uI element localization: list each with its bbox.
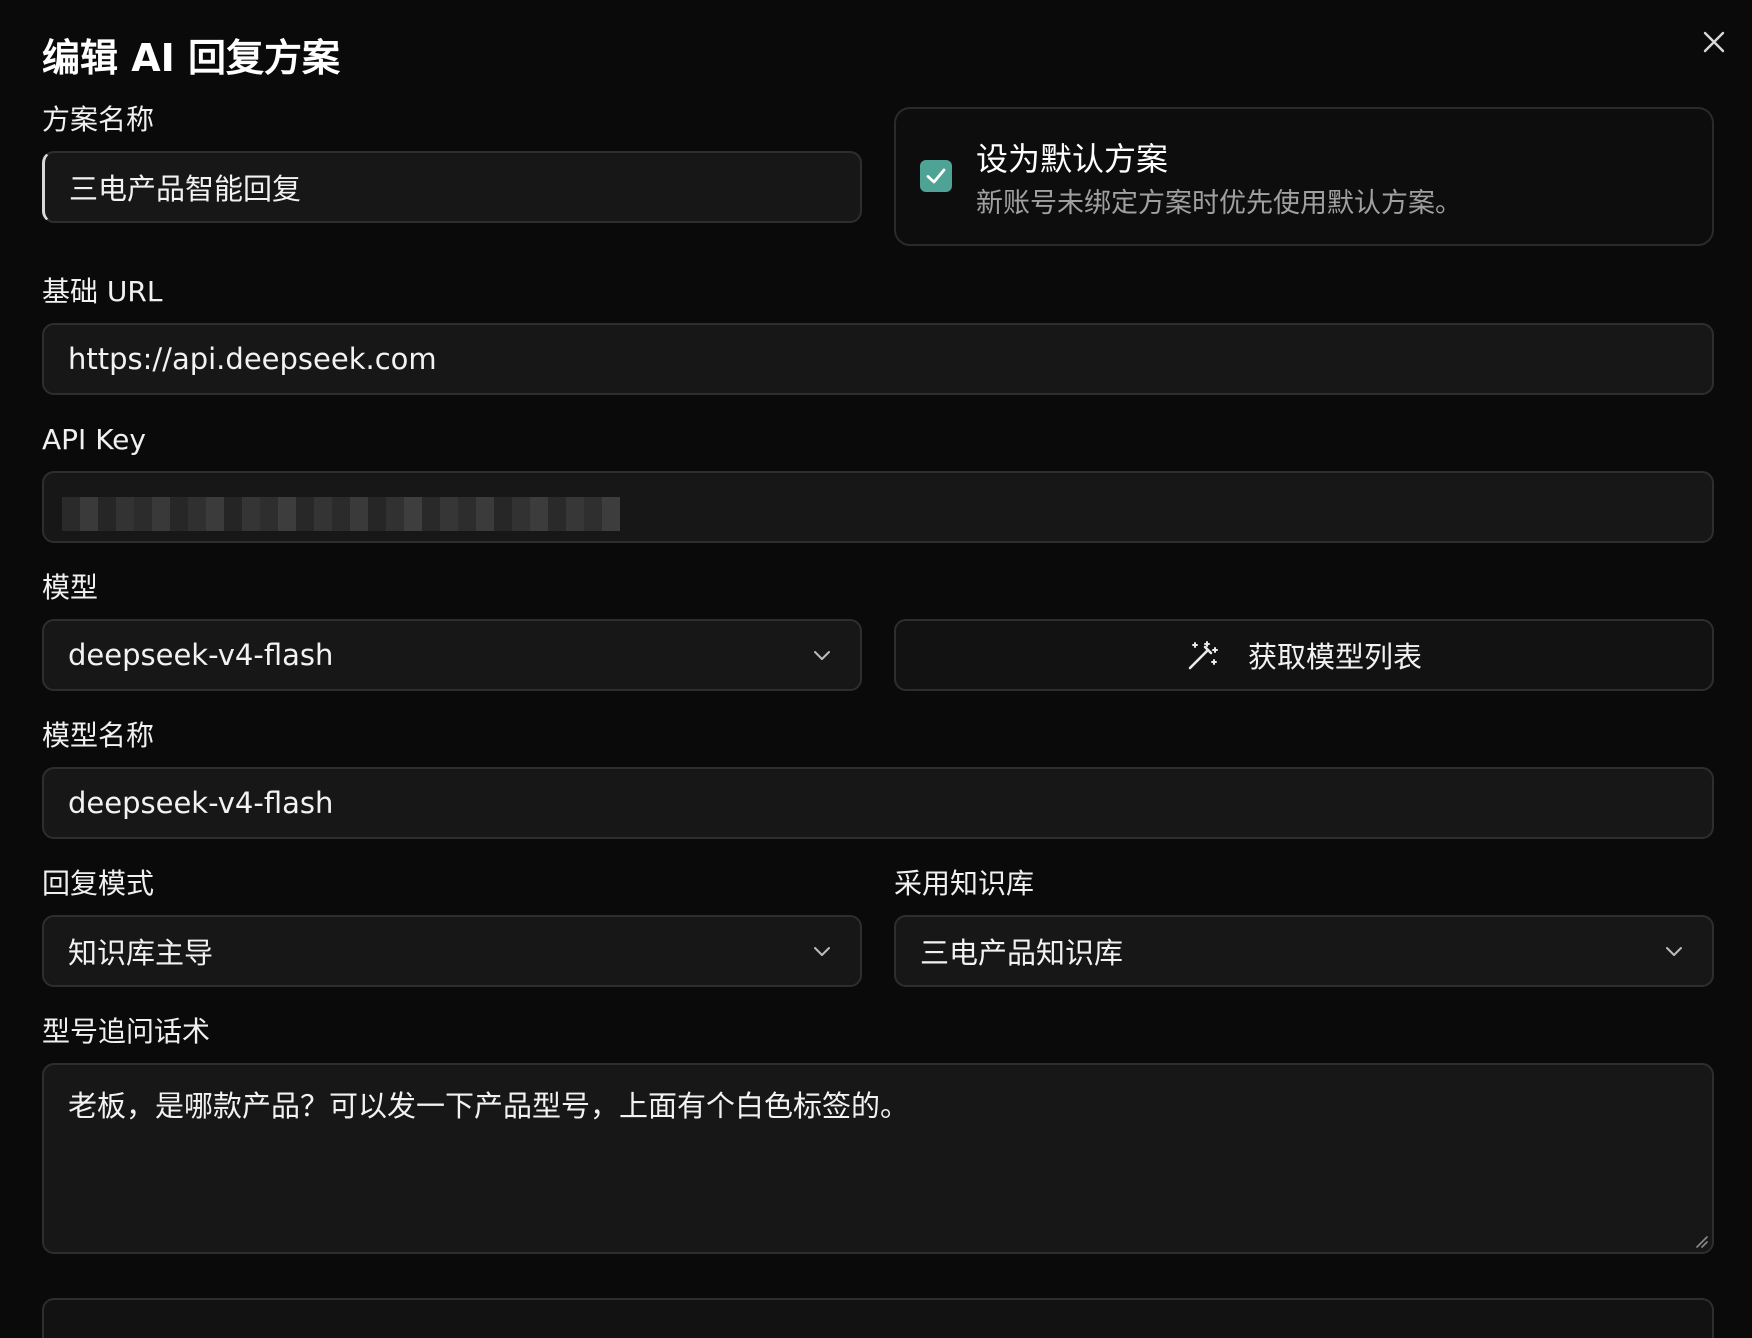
edit-ai-reply-plan-dialog: 编辑 AI 回复方案 方案名称 三电产品智能回复 设为默认方案 新账号未绑定方案… xyxy=(0,0,1752,1338)
model-name-input[interactable]: deepseek-v4-flash xyxy=(42,767,1714,839)
plan-name-label: 方案名称 xyxy=(42,103,155,136)
resize-grip-icon[interactable] xyxy=(1694,1234,1708,1248)
dialog-title: 编辑 AI 回复方案 xyxy=(42,36,341,80)
model-name-value: deepseek-v4-flash xyxy=(68,786,334,820)
default-plan-description: 新账号未绑定方案时优先使用默认方案。 xyxy=(976,188,1462,219)
base-url-value: https://api.deepseek.com xyxy=(68,342,437,376)
checkmark-icon xyxy=(926,168,946,184)
default-plan-checkbox[interactable] xyxy=(920,160,952,192)
model-inquiry-script-textarea[interactable]: 老板，是哪款产品？可以发一下产品型号，上面有个白色标签的。 xyxy=(42,1063,1714,1254)
chevron-down-icon xyxy=(814,651,830,660)
reply-mode-label: 回复模式 xyxy=(42,867,155,900)
fetch-model-list-button[interactable]: 获取模型列表 xyxy=(894,619,1714,691)
default-plan-card: 设为默认方案 新账号未绑定方案时优先使用默认方案。 xyxy=(894,107,1714,246)
model-inquiry-script-label: 型号追问话术 xyxy=(42,1015,211,1048)
default-plan-title: 设为默认方案 xyxy=(976,140,1169,178)
api-key-input[interactable] xyxy=(42,471,1714,543)
model-selected-value: deepseek-v4-flash xyxy=(68,638,334,672)
model-select[interactable]: deepseek-v4-flash xyxy=(42,619,862,691)
reply-mode-select[interactable]: 知识库主导 xyxy=(42,915,862,987)
base-url-label: 基础 URL xyxy=(42,275,163,308)
knowledge-base-select[interactable]: 三电产品知识库 xyxy=(894,915,1714,987)
api-key-masked-value xyxy=(62,497,620,531)
plan-name-value: 三电产品智能回复 xyxy=(69,172,302,206)
base-url-input[interactable]: https://api.deepseek.com xyxy=(42,323,1714,395)
knowledge-base-label: 采用知识库 xyxy=(894,867,1035,900)
api-key-label: API Key xyxy=(42,423,146,456)
plan-name-input[interactable]: 三电产品智能回复 xyxy=(42,151,862,223)
magic-wand-icon xyxy=(1188,641,1218,670)
chevron-down-icon xyxy=(1666,947,1682,956)
next-field-partial[interactable] xyxy=(42,1298,1714,1338)
close-icon xyxy=(1703,31,1725,53)
reply-mode-selected-value: 知识库主导 xyxy=(68,936,214,970)
model-label: 模型 xyxy=(42,571,99,604)
model-name-label: 模型名称 xyxy=(42,719,155,752)
knowledge-base-selected-value: 三电产品知识库 xyxy=(920,936,1124,970)
chevron-down-icon xyxy=(814,947,830,956)
close-button[interactable] xyxy=(1694,22,1734,62)
model-inquiry-script-value: 老板，是哪款产品？可以发一下产品型号，上面有个白色标签的。 xyxy=(68,1089,910,1123)
fetch-model-list-label: 获取模型列表 xyxy=(1247,640,1422,674)
